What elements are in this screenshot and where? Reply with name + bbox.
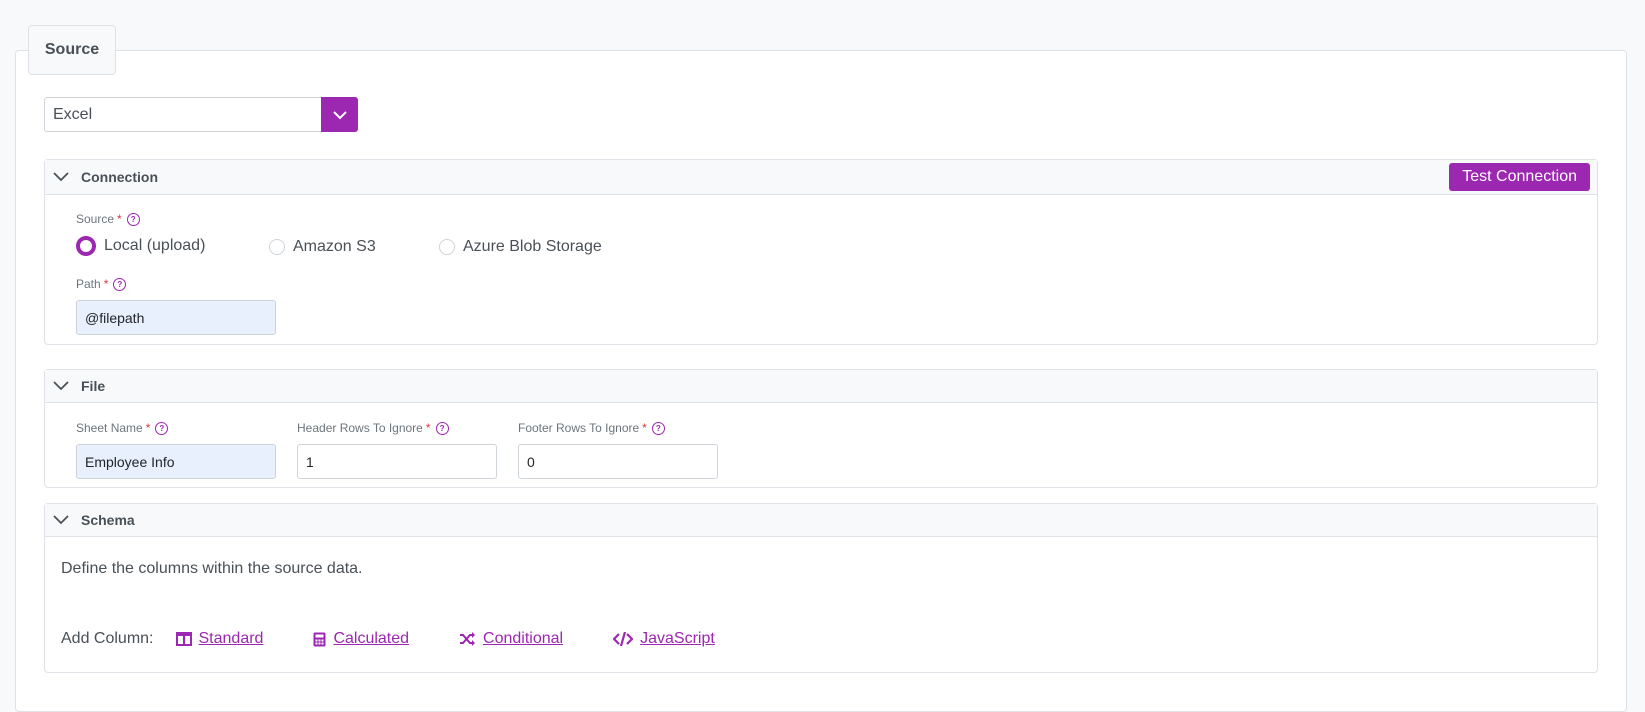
radio-amazon-s3[interactable]: Amazon S3: [269, 238, 376, 256]
connection-panel-header[interactable]: Connection Test Connection: [45, 160, 1597, 195]
connection-panel: Connection Test Connection Source *? Loca…: [44, 159, 1598, 345]
schema-description: Define the columns within the source dat…: [61, 560, 363, 577]
required-mark: *: [103, 277, 109, 291]
columns-icon: [175, 632, 192, 646]
select-toggle-button[interactable]: [321, 97, 358, 132]
chevron-down-icon[interactable]: [53, 515, 73, 525]
add-conditional-column-link[interactable]: Conditional: [459, 630, 563, 648]
code-icon: [613, 632, 634, 646]
help-icon[interactable]: ?: [126, 212, 140, 226]
help-icon[interactable]: ?: [155, 421, 169, 435]
add-javascript-column-link[interactable]: JavaScript: [613, 630, 715, 648]
add-column-row: Add Column: Standard Calculated Conditio…: [61, 630, 743, 648]
calculator-icon: [313, 632, 326, 647]
add-standard-column-link[interactable]: Standard: [175, 630, 263, 648]
footer-rows-input[interactable]: 0: [518, 444, 718, 479]
file-panel-header[interactable]: File: [45, 370, 1597, 403]
file-title: File: [81, 378, 106, 394]
radio-button[interactable]: [439, 239, 455, 255]
schema-panel-header[interactable]: Schema: [45, 504, 1597, 537]
source-type-select[interactable]: Excel: [44, 97, 358, 132]
header-rows-input[interactable]: 1: [297, 444, 497, 479]
path-label: Path *?: [76, 277, 127, 291]
schema-panel: Schema Define the columns within the sou…: [44, 503, 1598, 673]
source-label: Source *?: [76, 212, 140, 226]
required-mark: *: [117, 212, 122, 226]
help-icon[interactable]: ?: [435, 421, 449, 435]
radio-button-selected[interactable]: [76, 236, 96, 256]
connection-title: Connection: [81, 169, 158, 185]
required-mark: *: [425, 421, 431, 435]
radio-azure-blob-storage[interactable]: Azure Blob Storage: [439, 238, 602, 256]
chevron-down-icon[interactable]: [53, 172, 73, 182]
source-type-value[interactable]: Excel: [44, 97, 321, 132]
footer-rows-label: Footer Rows To Ignore *?: [518, 421, 665, 435]
required-mark: *: [145, 421, 151, 435]
chevron-down-icon[interactable]: [53, 381, 73, 391]
file-panel: File Sheet Name *? Employee Info Header R…: [44, 369, 1598, 488]
radio-button[interactable]: [269, 239, 285, 255]
path-input[interactable]: @filepath: [76, 300, 276, 335]
radio-local-upload[interactable]: Local (upload): [76, 236, 205, 256]
schema-title: Schema: [81, 512, 135, 528]
header-rows-label: Header Rows To Ignore *?: [297, 421, 449, 435]
required-mark: *: [642, 421, 647, 435]
help-icon[interactable]: ?: [651, 421, 665, 435]
shuffle-icon: [459, 632, 476, 646]
add-column-label: Add Column:: [61, 630, 154, 647]
test-connection-button[interactable]: Test Connection: [1449, 163, 1590, 191]
sheet-name-input[interactable]: Employee Info: [76, 444, 276, 479]
fieldset-legend: Source: [28, 25, 116, 75]
chevron-down-icon: [332, 110, 347, 119]
add-calculated-column-link[interactable]: Calculated: [313, 630, 409, 648]
help-icon[interactable]: ?: [113, 277, 127, 291]
sheet-name-label: Sheet Name *?: [76, 421, 169, 435]
